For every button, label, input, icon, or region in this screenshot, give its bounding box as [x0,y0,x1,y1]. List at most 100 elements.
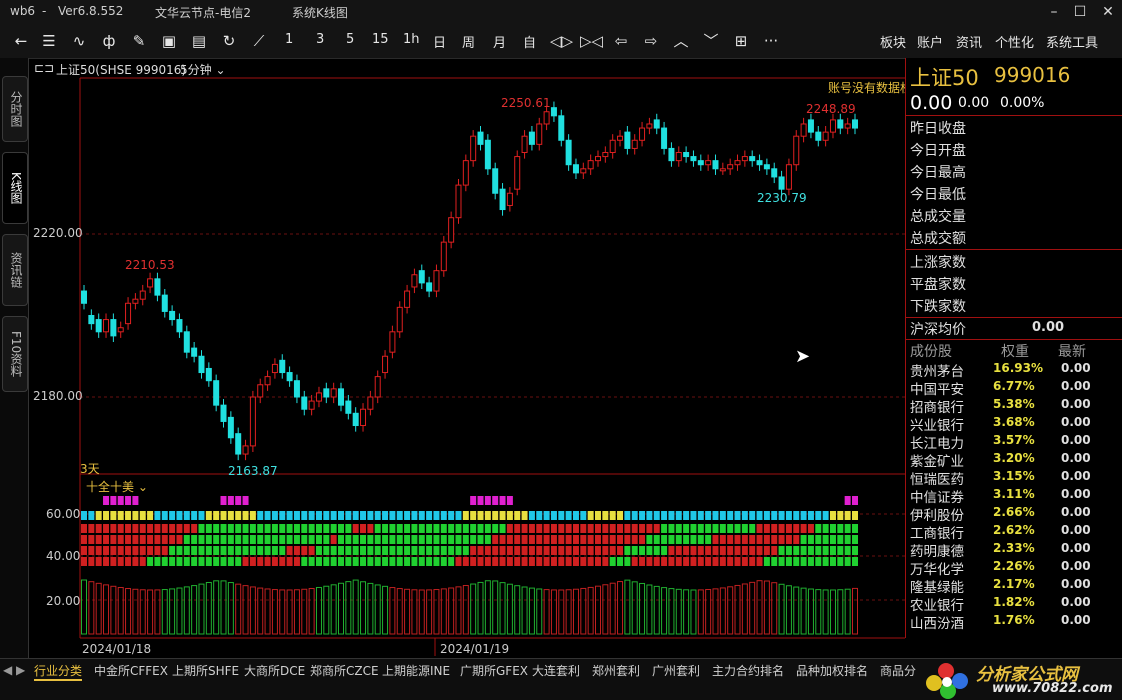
indicator-bar-signal [220,496,227,505]
candle-body [139,290,146,300]
bottom-tab[interactable]: 行业分类 [34,662,83,681]
period-custom[interactable]: 自 [523,32,536,51]
indicator-bar-low [345,581,352,635]
period-3[interactable]: 3 [316,32,324,47]
indicator-bar-mid [749,557,756,566]
chart-area[interactable]: ⊏⊐ 上证50(SHSE 999016) 5分钟 ⌄ 账号没有数据权限 3天 十… [0,58,924,658]
bottom-tab[interactable]: 广期所GFEX [460,662,528,679]
period-1h[interactable]: 1h [403,32,420,47]
indicator-bar-mid [139,524,146,533]
indicator-bar-top [338,511,344,520]
indicator-bar-mid [697,524,704,533]
down-icon[interactable]: ﹀ [700,31,722,51]
scroll-left-icon[interactable]: ⇦ [610,31,632,51]
menu-personalize[interactable]: 个性化 [995,32,1034,51]
constituent-row[interactable]: 万华化学 2.26% 0.00 [906,558,1122,578]
indicator-bar-top [543,511,550,520]
menu-sector[interactable]: 板块 [880,32,906,51]
period-month[interactable]: 月 [493,32,506,51]
indicator-bar-mid [213,557,220,566]
tab-scroll-right-icon[interactable]: ▶ [16,663,25,677]
indicator-bar-low [712,588,719,635]
constituent-row[interactable]: 中信证券 3.11% 0.00 [906,486,1122,506]
line-chart-icon[interactable]: ∿ [68,31,90,51]
zoom-in-icon[interactable]: ◁▷ [550,31,573,51]
indicator-bar-mid [778,524,785,533]
bottom-tab[interactable]: 上期能源INE [382,662,450,679]
period-day[interactable]: 日 [433,32,446,51]
refresh-icon[interactable]: ↻ [218,31,240,51]
maximize-icon[interactable]: ☐ [1066,2,1094,22]
bottom-tab[interactable]: 主力合约排名 [712,662,784,679]
bottom-tab[interactable]: 上期所SHFE [172,662,239,679]
bottom-tab[interactable]: 中金所CFFEX [94,662,168,679]
indicator-bar-mid [595,546,601,555]
scroll-right-icon[interactable]: ⇨ [640,31,662,51]
constituent-row[interactable]: 紫金矿业 3.20% 0.00 [906,450,1122,470]
menu-account[interactable]: 账户 [917,32,943,51]
list-icon[interactable]: ☰ [38,31,60,51]
indicator-bar-mid [257,557,264,566]
chart-menu-icon[interactable]: ⊏⊐ [34,61,54,75]
indicator-bar-mid [499,546,506,555]
candle-body [550,107,557,117]
period-5[interactable]: 5 [346,32,354,47]
up-icon[interactable]: ︿ [670,31,692,51]
period-15[interactable]: 15 [372,32,389,47]
bottom-tab[interactable]: 郑州套利 [592,662,640,679]
bottom-tab[interactable]: 大商所DCE [244,662,305,679]
constituent-row[interactable]: 恒瑞医药 3.15% 0.00 [906,468,1122,488]
bottom-tab[interactable]: 品种加权排名 [796,662,868,679]
indicator-bar-mid [712,557,719,566]
kline-icon[interactable]: ф [98,31,120,51]
more-icon[interactable]: ··· [760,31,782,51]
zoom-out-icon[interactable]: ▷◁ [580,31,603,51]
indicator-bar-mid [536,524,543,533]
back-icon[interactable]: ← [10,31,32,51]
tab-scroll-left-icon[interactable]: ◀ [3,663,12,677]
indicator-icon[interactable]: ⟋ [248,31,270,51]
constituent-row[interactable]: 中国平安 6.77% 0.00 [906,378,1122,398]
period-selector[interactable]: 5分钟 ⌄ [180,61,226,78]
indicator-bar-mid [411,524,418,533]
draw-icon[interactable]: ✎ [128,31,150,51]
indicator-bar-top [95,511,102,520]
indicator-bar-mid [301,546,308,555]
candle-body [492,168,499,194]
save-icon[interactable]: ▤ [188,31,210,51]
constituent-row[interactable]: 农业银行 1.82% 0.00 [906,594,1122,614]
constituent-row[interactable]: 药明康德 2.33% 0.00 [906,540,1122,560]
template-icon[interactable]: ▣ [158,31,180,51]
stock-last: 0.00 [1061,559,1091,573]
indicator-bar-mid [675,524,682,533]
constituent-row[interactable]: 贵州茅台 16.93% 0.00 [906,360,1122,380]
stock-name: 贵州茅台 [910,364,964,380]
constituent-row[interactable]: 伊利股份 2.66% 0.00 [906,504,1122,524]
bottom-tab[interactable]: 广州套利 [652,662,700,679]
menu-news[interactable]: 资讯 [956,32,982,51]
constituent-row[interactable]: 工商银行 2.62% 0.00 [906,522,1122,542]
indicator-bar-top [293,511,300,520]
indicator-bar-top [815,511,822,520]
bottom-tab[interactable]: 郑商所CZCE [310,662,379,679]
constituent-row[interactable]: 招商银行 5.38% 0.00 [906,396,1122,416]
indicator-bar-mid [367,524,374,533]
candle-body [741,156,748,162]
layout-icon[interactable]: ⊞ [730,31,752,51]
close-icon[interactable]: ✕ [1094,2,1122,22]
kline-chart[interactable] [0,58,905,658]
constituent-row[interactable]: 隆基绿能 2.17% 0.00 [906,576,1122,596]
constituent-row[interactable]: 兴业银行 3.68% 0.00 [906,414,1122,434]
constituent-row[interactable]: 长江电力 3.57% 0.00 [906,432,1122,452]
indicator-bar-mid [323,557,330,566]
period-1[interactable]: 1 [285,32,293,47]
menu-system-tools[interactable]: 系统工具 [1046,32,1098,51]
minimize-icon[interactable]: – [1040,2,1068,22]
constituent-row[interactable]: 山西汾酒 1.76% 0.00 [906,612,1122,632]
bottom-tab[interactable]: 大连套利 [532,662,580,679]
indicator-bar-mid [404,535,411,544]
indicator-selector[interactable]: 十全十美 ⌄ [86,478,148,495]
period-week[interactable]: 周 [462,32,475,51]
indicator-bar-mid [771,546,778,555]
bottom-tab[interactable]: 商品分 [880,662,916,679]
